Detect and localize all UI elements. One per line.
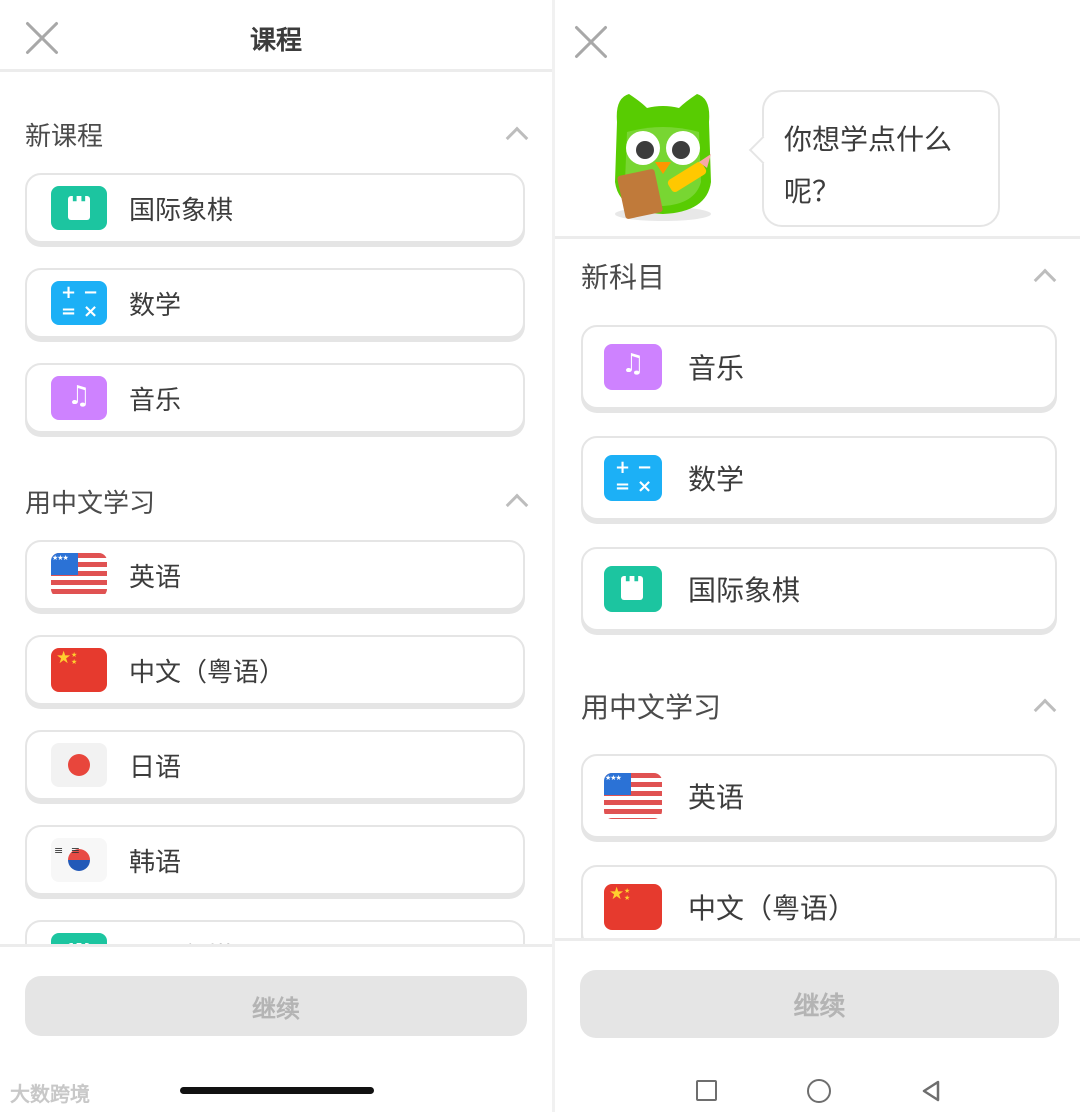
speech-bubble: 你想学点什么呢？ <box>762 90 1000 227</box>
course-item-math[interactable]: + − = × 数学 <box>25 268 525 338</box>
course-label: 英语 <box>129 562 182 593</box>
continue-button[interactable]: 继续 <box>25 976 527 1036</box>
subject-item-chess[interactable]: 国际象棋 <box>581 547 1057 631</box>
course-item-english[interactable]: 英语 <box>25 540 525 610</box>
course-label: 韩语 <box>129 847 182 878</box>
page-title: 课程 <box>249 26 302 56</box>
course-label: 国际象棋 <box>129 195 234 226</box>
subject-label: 音乐 <box>688 352 745 385</box>
korea-flag-icon <box>51 838 107 882</box>
continue-button[interactable]: 继续 <box>580 970 1059 1038</box>
japan-flag-icon <box>51 743 107 787</box>
chevron-up-icon[interactable] <box>505 489 527 511</box>
back-triangle-icon[interactable] <box>920 1080 942 1102</box>
subject-label: 中文（粤语） <box>688 892 857 925</box>
subject-item-english[interactable]: 英语 <box>581 754 1057 838</box>
header-divider <box>555 236 1080 239</box>
courses-panel-right: 你想学点什么呢？ 新科目 ♫ 音乐 + − = × 数学 国际象棋 用中文学习 … <box>555 0 1080 1112</box>
course-label: 音乐 <box>129 385 182 416</box>
section-title-new-courses: 新课程 <box>25 122 104 152</box>
owl-mascot-icon <box>615 94 711 221</box>
course-item-chess[interactable]: 国际象棋 <box>25 173 525 243</box>
watermark: 大数跨境 <box>10 1082 90 1106</box>
course-item-music[interactable]: ♫ 音乐 <box>25 363 525 433</box>
section-title-learn-in-chinese: 用中文学习 <box>581 691 722 724</box>
header-divider <box>0 69 552 72</box>
course-item-japanese[interactable]: 日语 <box>25 730 525 800</box>
section-title-new-subjects: 新科目 <box>581 261 666 294</box>
bottom-divider <box>0 944 552 947</box>
bottom-divider <box>555 938 1080 941</box>
china-flag-icon <box>604 884 662 930</box>
course-label: 日语 <box>129 752 182 783</box>
subject-item-cantonese[interactable]: 中文（粤语） <box>581 865 1057 949</box>
chess-icon <box>604 566 662 612</box>
recents-square-icon[interactable] <box>696 1080 717 1101</box>
music-icon: ♫ <box>604 344 662 390</box>
subject-label: 数学 <box>688 463 745 496</box>
course-item-cantonese[interactable]: 中文（粤语） <box>25 635 525 705</box>
course-item-korean[interactable]: 韩语 <box>25 825 525 895</box>
us-flag-icon <box>604 773 662 819</box>
chevron-up-icon[interactable] <box>1033 264 1059 290</box>
china-flag-icon <box>51 648 107 692</box>
math-icon: + − = × <box>604 455 662 501</box>
math-icon: + − = × <box>51 281 107 325</box>
close-icon[interactable] <box>574 25 608 59</box>
subject-label: 英语 <box>688 781 745 814</box>
subject-label: 国际象棋 <box>688 574 801 607</box>
chevron-up-icon[interactable] <box>505 122 527 144</box>
section-title-learn-in-chinese: 用中文学习 <box>25 489 156 519</box>
subject-item-math[interactable]: + − = × 数学 <box>581 436 1057 520</box>
course-label: 中文（粤语） <box>129 657 286 688</box>
course-label: 数学 <box>129 290 182 321</box>
home-indicator[interactable] <box>180 1087 374 1094</box>
music-icon: ♫ <box>51 376 107 420</box>
subject-item-music[interactable]: ♫ 音乐 <box>581 325 1057 409</box>
chevron-up-icon[interactable] <box>1033 694 1059 720</box>
courses-panel-left: 课程 新课程 国际象棋 + − = × 数学 ♫ 音乐 用中文学习 英语 中文（… <box>0 0 552 1112</box>
home-circle-icon[interactable] <box>807 1079 831 1103</box>
us-flag-icon <box>51 553 107 597</box>
chess-icon <box>51 186 107 230</box>
